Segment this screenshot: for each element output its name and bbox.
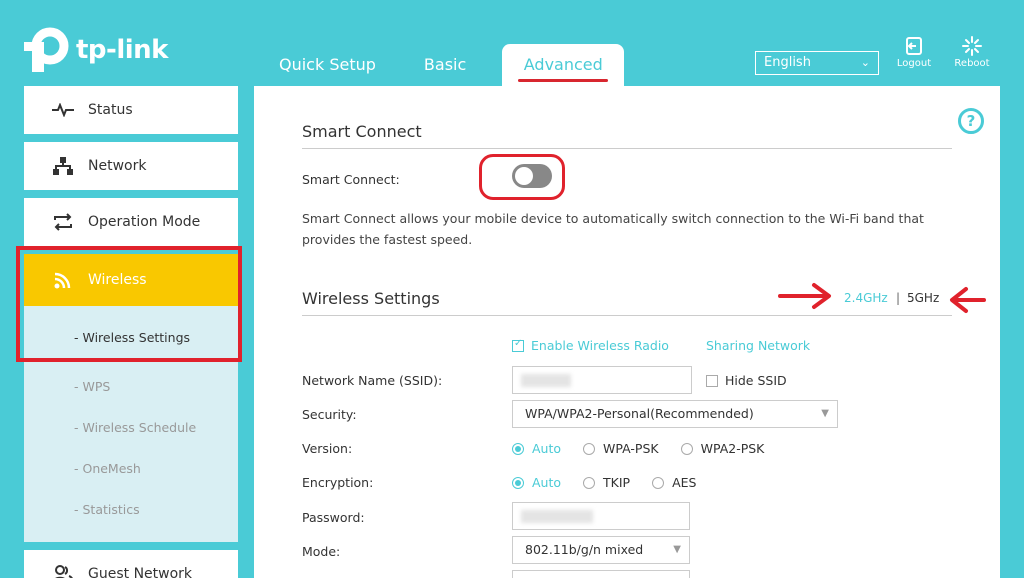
mode-select[interactable]: 802.11b/g/n mixed ▼	[512, 536, 690, 564]
band-5ghz[interactable]: 5GHz	[907, 291, 939, 305]
caret-down-icon: ▼	[673, 544, 681, 555]
submenu-wps[interactable]: - WPS	[24, 366, 238, 407]
version-options: Auto WPA-PSK WPA2-PSK	[512, 441, 786, 456]
version-option-wpa2-psk[interactable]: WPA2-PSK	[680, 441, 765, 456]
option-label: WPA-PSK	[603, 441, 659, 456]
radio-button[interactable]	[680, 442, 693, 455]
sidebar-item-label: Guest Network	[88, 566, 193, 578]
tp-link-logo-icon	[24, 27, 69, 72]
wireless-settings-title: Wireless Settings	[302, 289, 440, 308]
option-label: WPA2-PSK	[700, 441, 765, 456]
pulse-icon	[52, 101, 74, 119]
band-separator: |	[896, 291, 901, 305]
main-panel: ? Smart Connect Smart Connect: Smart Con…	[254, 86, 1000, 578]
version-option-wpa-psk[interactable]: WPA-PSK	[583, 441, 659, 456]
enable-radio-label: Enable Wireless Radio	[531, 338, 669, 353]
sidebar-item-operation-mode[interactable]: Operation Mode	[24, 198, 238, 246]
logout-label: Logout	[896, 58, 932, 69]
encryption-option-tkip[interactable]: TKIP	[583, 475, 630, 490]
submenu-statistics[interactable]: - Statistics	[24, 489, 238, 530]
enable-wireless-radio[interactable]: Enable Wireless Radio	[512, 338, 669, 353]
tab-basic[interactable]: Basic	[400, 44, 490, 86]
option-label: TKIP	[603, 475, 631, 490]
tab-advanced[interactable]: Advanced	[502, 44, 625, 86]
reboot-button[interactable]: Reboot	[950, 36, 994, 69]
enable-radio-checkbox[interactable]	[512, 338, 524, 352]
password-input[interactable]	[512, 502, 690, 530]
option-label: Auto	[532, 441, 562, 456]
redacted-value	[521, 510, 593, 523]
hide-ssid[interactable]: Hide SSID	[706, 373, 787, 388]
security-value: WPA/WPA2-Personal(Recommended)	[525, 406, 754, 421]
divider	[302, 315, 952, 316]
language-select[interactable]: English ⌄	[755, 51, 879, 75]
radio-button[interactable]	[583, 442, 596, 455]
guest-icon	[52, 565, 74, 578]
hide-ssid-checkbox[interactable]	[706, 374, 718, 387]
encryption-option-aes[interactable]: AES	[652, 475, 696, 490]
brand-name: tp-link	[76, 35, 168, 65]
annotation-arrow-left	[950, 287, 986, 313]
annotation-underline	[518, 79, 609, 82]
mode-value: 802.11b/g/n mixed	[525, 542, 644, 557]
sidebar-item-label: Network	[88, 158, 147, 174]
caret-down-icon: ▼	[821, 408, 829, 419]
annotation-box-wireless	[16, 246, 242, 362]
redacted-value	[521, 374, 571, 387]
option-label: AES	[672, 475, 697, 490]
sharing-network-link[interactable]: Sharing Network	[706, 338, 810, 353]
encryption-option-auto[interactable]: Auto	[512, 475, 561, 490]
mode-label: Mode:	[302, 544, 341, 559]
operation-mode-icon	[52, 213, 74, 231]
chevron-down-icon: ⌄	[860, 56, 870, 69]
top-nav: Quick Setup Basic Advanced	[255, 44, 625, 86]
divider	[302, 148, 952, 149]
radio-button[interactable]	[583, 476, 596, 489]
radio-button[interactable]	[512, 476, 524, 489]
password-label: Password:	[302, 510, 365, 525]
radio-button[interactable]	[512, 442, 524, 455]
annotation-box-toggle	[479, 154, 565, 200]
submenu-onemesh[interactable]: - OneMesh	[24, 448, 238, 489]
help-icon[interactable]: ?	[958, 108, 984, 134]
tp-link-logo: tp-link	[24, 26, 168, 74]
sidebar-item-label: Operation Mode	[88, 214, 201, 230]
smart-connect-label: Smart Connect:	[302, 172, 400, 187]
language-value: English	[764, 55, 811, 70]
reboot-label: Reboot	[954, 58, 990, 69]
submenu-wireless-schedule[interactable]: - Wireless Schedule	[24, 407, 238, 448]
hide-ssid-label: Hide SSID	[725, 373, 787, 388]
encryption-label: Encryption:	[302, 475, 374, 490]
version-label: Version:	[302, 441, 353, 456]
radio-button[interactable]	[652, 476, 665, 489]
version-option-auto[interactable]: Auto	[512, 441, 561, 456]
sidebar-item-label: Status	[88, 102, 133, 118]
logout-button[interactable]: Logout	[892, 36, 936, 69]
encryption-options: Auto TKIP AES	[512, 475, 718, 490]
tab-advanced-label: Advanced	[523, 55, 603, 74]
logout-icon	[906, 37, 922, 55]
security-label: Security:	[302, 407, 357, 422]
annotation-arrow-right	[778, 283, 831, 309]
smart-connect-description: Smart Connect allows your mobile device …	[302, 211, 924, 247]
sidebar-item-guest-network[interactable]: Guest Network	[24, 550, 238, 578]
sidebar-item-network[interactable]: Network	[24, 142, 238, 190]
security-select[interactable]: WPA/WPA2-Personal(Recommended) ▼	[512, 400, 838, 428]
next-field-input[interactable]	[512, 570, 690, 578]
smart-connect-title: Smart Connect	[302, 122, 422, 141]
band-2-4ghz[interactable]: 2.4GHz	[844, 291, 888, 305]
option-label: Auto	[532, 475, 562, 490]
ssid-input[interactable]	[512, 366, 692, 394]
sidebar-item-status[interactable]: Status	[24, 86, 238, 134]
ssid-label: Network Name (SSID):	[302, 373, 443, 388]
tab-quick-setup[interactable]: Quick Setup	[255, 44, 400, 86]
reboot-icon	[962, 36, 982, 56]
network-icon	[52, 157, 74, 175]
